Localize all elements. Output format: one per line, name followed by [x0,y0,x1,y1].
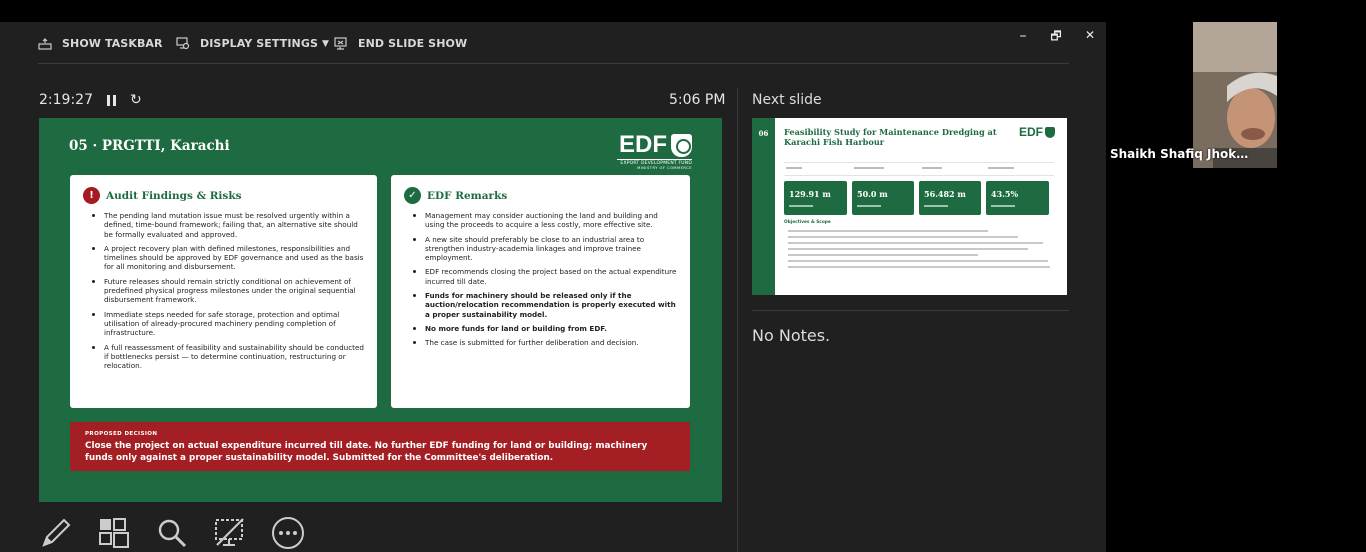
next-slide-label: Next slide [752,92,822,108]
list-item: Immediate steps needed for safe storage,… [90,310,365,338]
notes-divider [752,310,1069,311]
screen: SHOW TASKBAR DISPLAY SETTINGS ▼ END SLID… [0,0,1366,552]
next-slide-section: Objectives & Scope [784,220,831,225]
slide-timer: 2:19:27 ↻ [39,92,142,108]
remarks-heading: ✓ EDF Remarks [404,187,507,204]
text-line [788,242,1043,244]
list-item: Future releases should remain strictly c… [90,277,365,305]
warning-icon: ! [83,187,100,204]
pane-divider[interactable] [737,88,738,552]
audit-heading-text: Audit Findings & Risks [106,189,242,202]
end-slide-show-button[interactable]: END SLIDE SHOW [334,37,467,50]
list-item: Management may consider auctioning the l… [411,211,678,230]
list-item: A full reassessment of feasibility and s… [90,343,365,371]
presenter-toolbar: SHOW TASKBAR DISPLAY SETTINGS ▼ END SLID… [0,22,1106,66]
restore-button[interactable]: 🗗 [1046,27,1066,48]
close-icon: ✕ [1084,28,1096,42]
black-screen-button[interactable] [213,516,247,550]
edf-remarks-card: ✓ EDF Remarks Management may consider au… [391,175,690,408]
restore-icon: 🗗 [1050,29,1062,43]
stat-value: 129.91 m [789,189,831,199]
more-options-button[interactable] [271,516,305,550]
text-line [788,266,1050,268]
next-slide-thumbnail[interactable]: 06 Feasibility Study for Maintenance Dre… [752,118,1067,295]
grid-icon [99,518,129,548]
stat-box: 43.5% [986,181,1049,215]
slide-title: 05 · PRGTTI, Karachi [69,138,230,154]
list-item: The pending land mutation issue must be … [90,211,365,239]
display-settings-button[interactable]: DISPLAY SETTINGS ▼ [176,37,329,50]
minimize-icon: – [1019,28,1027,44]
stat-box: 129.91 m [784,181,847,215]
stat-value: 56.482 m [924,189,966,199]
next-slide-number: 06 [758,129,769,138]
text-line [788,248,1028,250]
stat-box: 56.482 m [919,181,981,215]
restart-timer-icon[interactable]: ↻ [130,92,142,108]
speaker-notes[interactable]: No Notes. [752,326,830,345]
list-item: A project recovery plan with defined mil… [90,244,365,272]
text-line [788,236,1018,238]
text-line [788,260,1048,262]
next-logo-text: EDF [1019,125,1043,139]
shield-icon [671,133,692,157]
close-button[interactable]: ✕ [1080,28,1100,42]
chevron-down-icon: ▼ [322,38,330,49]
edf-logo: EDF EXPORT DEVELOPMENT FUND MINISTRY OF … [617,133,692,173]
decision-text: Close the project on actual expenditure … [85,441,648,463]
pause-icon[interactable] [106,94,116,106]
list-item: No more funds for land or building from … [411,324,678,333]
next-slide-logo: EDF [1019,125,1055,139]
elapsed-time: 2:19:27 [39,92,93,108]
see-all-slides-button[interactable] [97,516,131,550]
decision-label: PROPOSED DECISION [85,431,158,437]
remarks-list: Management may consider auctioning the l… [411,211,678,353]
presenter-view: SHOW TASKBAR DISPLAY SETTINGS ▼ END SLID… [0,22,1106,552]
list-item: Funds for machinery should be released o… [411,291,678,319]
logo-text: EDF [619,131,667,158]
list-item: The case is submitted for further delibe… [411,338,678,347]
display-settings-label: DISPLAY SETTINGS [200,37,319,50]
text-line [788,230,988,232]
stat-value: 50.0 m [857,189,888,199]
audit-findings-card: ! Audit Findings & Risks The pending lan… [70,175,377,408]
minimize-button[interactable]: – [1013,28,1033,44]
shield-icon [1045,126,1055,138]
end-slide-show-label: END SLIDE SHOW [358,37,468,50]
logo-subtitle-2: MINISTRY OF COMMERCE [637,166,692,170]
proposed-decision-box: PROPOSED DECISION Close the project on a… [70,422,690,471]
next-slide-meta-row [784,162,1054,176]
next-slide-sidebar: 06 [752,118,775,295]
next-slide-title: Feasibility Study for Maintenance Dredgi… [784,127,997,147]
pen-tool-button[interactable] [39,516,73,550]
logo-subtitle: EXPORT DEVELOPMENT FUND [617,159,692,166]
stat-value: 43.5% [991,189,1019,199]
list-item: EDF recommends closing the project based… [411,267,678,286]
current-slide[interactable]: 05 · PRGTTI, Karachi EDF EXPORT DEVELOPM… [39,118,722,502]
check-icon: ✓ [404,187,421,204]
audit-list: The pending land mutation issue must be … [90,211,365,375]
slide-tools [39,513,305,552]
taskbar-icon [38,37,52,50]
black-screen-icon [215,518,244,546]
more-icon [272,517,304,549]
toolbar-divider [38,63,1069,64]
audit-heading: ! Audit Findings & Risks [83,187,242,204]
remarks-heading-text: EDF Remarks [427,189,508,202]
pen-icon [42,518,71,547]
participant-name: Shaikh Shafiq Jhokw... [1110,147,1250,161]
magnifier-icon [158,519,187,548]
zoom-button[interactable] [155,516,189,550]
stat-box: 50.0 m [852,181,914,215]
current-time: 5:06 PM [669,92,726,108]
text-line [788,254,978,256]
show-taskbar-button[interactable]: SHOW TASKBAR [38,37,163,50]
end-show-icon [334,37,347,50]
list-item: A new site should preferably be close to… [411,235,678,263]
display-settings-icon [176,37,190,50]
show-taskbar-label: SHOW TASKBAR [62,37,163,50]
